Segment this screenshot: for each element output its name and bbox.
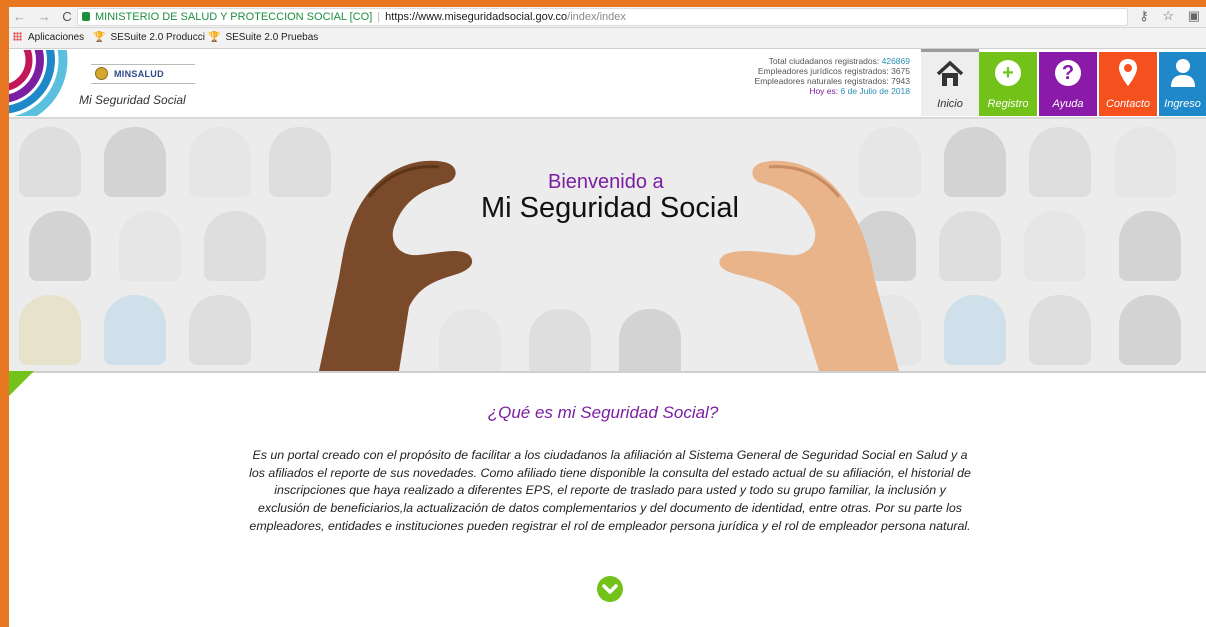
extension-icon[interactable]: ▣ — [1188, 8, 1200, 23]
citizens-count: 426869 — [881, 56, 910, 66]
juridicos-count: Empleadores jurídicos registrados: 3675 — [757, 66, 910, 76]
forward-icon[interactable]: → — [38, 9, 51, 24]
star-icon[interactable]: ☆ — [1162, 8, 1174, 23]
registration-stats: Total ciudadanos registrados: 426869 Emp… — [754, 56, 910, 96]
window-frame-top — [0, 0, 1206, 7]
hero-subtitle: Bienvenido a — [548, 171, 664, 193]
browser-nav: ← → C — [13, 9, 80, 24]
scroll-down-button[interactable] — [597, 576, 623, 602]
home-icon — [936, 60, 964, 86]
bookmark-sesuite-pruebas[interactable]: 🏆 SESuite 2.0 Pruebas — [208, 32, 318, 43]
section-title: ¿Qué es mi Seguridad Social? — [487, 403, 719, 422]
today-date: 6 de Julio de 2018 — [840, 86, 910, 96]
user-icon — [1171, 59, 1195, 87]
nav-inicio[interactable]: Inicio — [921, 49, 979, 116]
browser-address-bar: ← → C MINISTERIO DE SALUD Y PROTECCION S… — [9, 7, 1206, 28]
green-corner-accent — [9, 371, 34, 396]
nav-contacto[interactable]: Contacto — [1099, 52, 1157, 116]
site-header: MINSALUD Mi Seguridad Social Total ciuda… — [9, 49, 1206, 119]
trophy-icon: 🏆 — [208, 32, 221, 43]
url-field[interactable]: MINISTERIO DE SALUD Y PROTECCION SOCIAL … — [77, 8, 1128, 26]
window-frame-left — [0, 0, 9, 627]
coat-of-arms-icon — [95, 67, 108, 80]
lock-icon — [82, 12, 90, 21]
nav-ingreso[interactable]: Ingreso — [1159, 52, 1206, 116]
bookmarks-bar: Aplicaciones 🏆 SESuite 2.0 Producci 🏆 SESu… — [9, 28, 1206, 49]
hero-title: Mi Seguridad Social — [481, 192, 739, 224]
browser-actions: ⚷ ☆ ▣ — [1129, 8, 1200, 24]
section-description: Es un portal creado con el propósito de … — [249, 448, 971, 533]
reload-icon[interactable]: C — [62, 9, 71, 24]
nav-registro[interactable]: + Registro — [979, 52, 1037, 116]
question-icon: ? — [1055, 60, 1081, 86]
plus-icon: + — [995, 60, 1021, 86]
hero-banner: Bienvenido a Mi Seguridad Social — [9, 119, 1206, 373]
site-name: Mi Seguridad Social — [79, 93, 186, 107]
nav-ayuda[interactable]: ? Ayuda — [1039, 52, 1097, 116]
location-pin-icon — [1119, 59, 1137, 86]
right-hand-image — [719, 160, 899, 371]
url-path: /index/index — [567, 11, 626, 23]
url-host: https://www.miseguridadsocial.gov.co — [385, 11, 568, 23]
bookmark-sesuite-produccion[interactable]: 🏆 SESuite 2.0 Producci — [93, 32, 205, 43]
key-icon[interactable]: ⚷ — [1139, 8, 1149, 23]
apps-grid-icon — [13, 32, 22, 41]
back-icon[interactable]: ← — [13, 9, 26, 24]
site-identity: MINISTERIO DE SALUD Y PROTECCION SOCIAL … — [95, 11, 373, 23]
left-hand-image — [319, 160, 473, 371]
brand-arcs-logo[interactable] — [9, 50, 69, 116]
naturales-count: Empleadores naturales registrados: 7943 — [754, 76, 910, 86]
bookmark-apps[interactable]: Aplicaciones — [13, 32, 84, 43]
chevron-down-icon — [602, 584, 618, 594]
trophy-icon: 🏆 — [93, 32, 106, 43]
ministry-logo[interactable]: MINSALUD — [95, 67, 164, 80]
